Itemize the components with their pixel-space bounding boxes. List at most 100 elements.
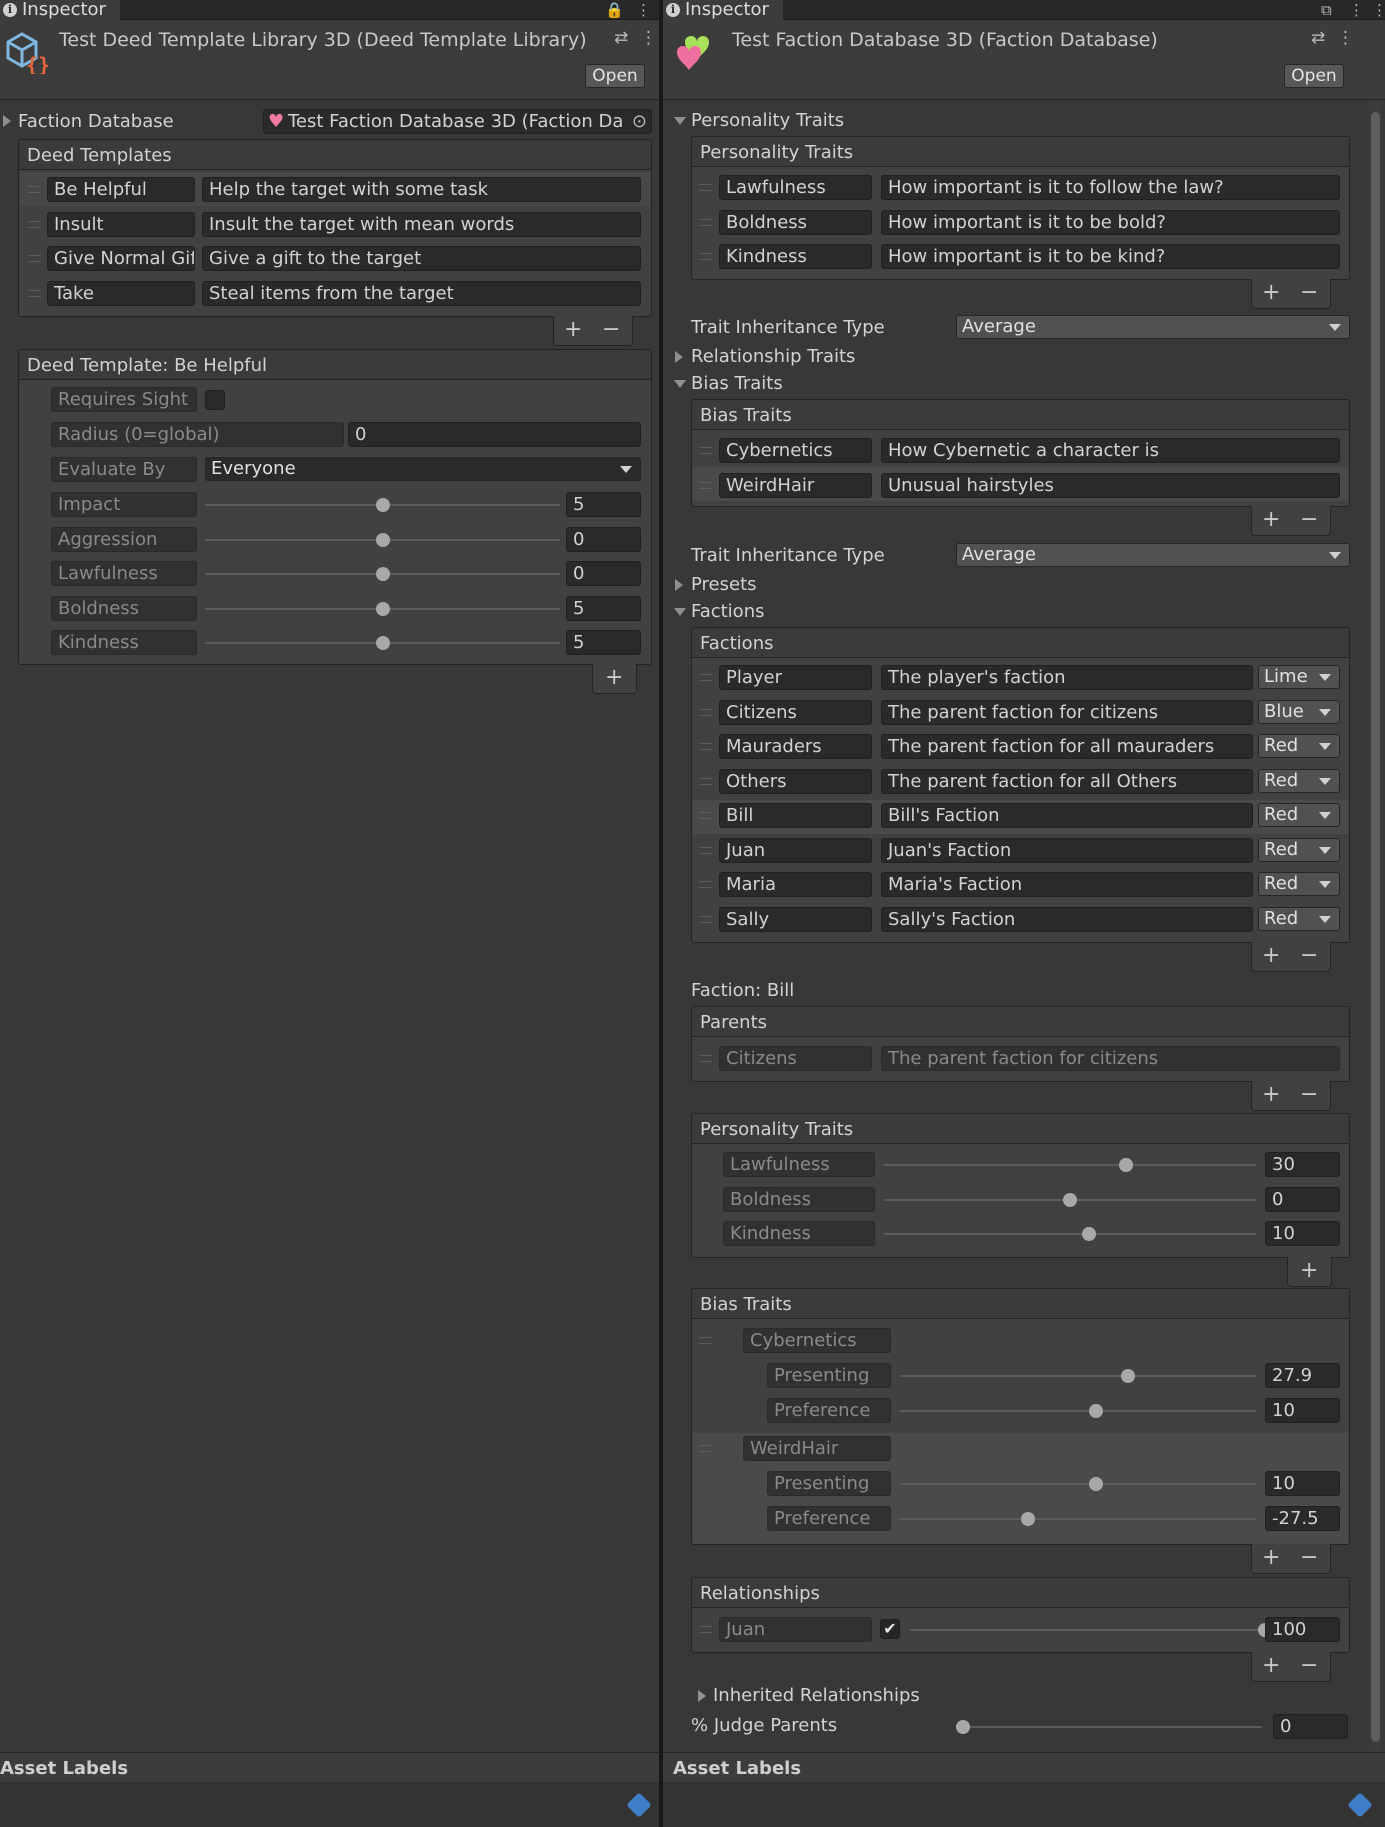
bias-desc-field[interactable]: Unusual hairstyles: [881, 472, 1340, 498]
settings-sliders-icon[interactable]: ⇄: [1311, 28, 1325, 48]
faction-color-dropdown[interactable]: Red: [1258, 768, 1340, 793]
faction-name-field[interactable]: Sally: [719, 906, 872, 932]
preference-value-field[interactable]: -27.5: [1265, 1506, 1340, 1531]
relationship-slider-track[interactable]: [910, 1629, 1265, 1631]
tag-icon[interactable]: [1347, 1792, 1373, 1818]
judge-parents-value-field[interactable]: 0: [1273, 1714, 1348, 1739]
faction-desc-field[interactable]: The player's faction: [881, 665, 1253, 690]
maximize-icon[interactable]: ⧉: [1321, 0, 1332, 20]
faction-color-dropdown[interactable]: Red: [1258, 837, 1340, 862]
deed-name-field[interactable]: Be Helpful: [47, 177, 195, 202]
preference-slider-knob[interactable]: [1088, 1404, 1103, 1418]
slider-knob[interactable]: [1063, 1192, 1077, 1207]
relationship-value-field[interactable]: 100: [1265, 1617, 1340, 1642]
add-icon[interactable]: +: [1262, 508, 1280, 532]
add-icon[interactable]: +: [1262, 944, 1280, 968]
drag-handle-icon[interactable]: [699, 184, 712, 191]
faction-name-field[interactable]: Juan: [719, 837, 872, 863]
drag-handle-icon[interactable]: [699, 1626, 712, 1633]
trait-desc-field[interactable]: How important is it to follow the law?: [881, 175, 1340, 200]
relationship-traits-foldout[interactable]: Relationship Traits: [691, 346, 855, 367]
trait-desc-field[interactable]: How important is it to be kind?: [881, 244, 1340, 269]
personality-traits-foldout[interactable]: Personality Traits: [691, 110, 844, 131]
add-icon[interactable]: +: [564, 318, 582, 342]
preference-slider-track[interactable]: [900, 1410, 1256, 1412]
drag-handle-icon[interactable]: [699, 674, 712, 681]
presenting-value-field[interactable]: 27.9: [1265, 1363, 1340, 1388]
slider-value-field[interactable]: 10: [1265, 1221, 1340, 1246]
requires-sight-checkbox[interactable]: [205, 390, 225, 410]
drag-handle-icon[interactable]: [699, 812, 712, 819]
left-inspector-tab[interactable]: i Inspector: [0, 0, 120, 20]
drag-handle-icon[interactable]: [28, 289, 41, 297]
drag-handle-icon[interactable]: [28, 186, 41, 193]
deed-desc-field[interactable]: Help the target with some task: [202, 177, 641, 202]
remove-icon[interactable]: −: [1300, 1546, 1318, 1570]
remove-icon[interactable]: −: [1300, 944, 1318, 968]
slider-track[interactable]: [884, 1233, 1256, 1235]
add-dropdown-icon[interactable]: +: [1262, 1654, 1280, 1678]
faction-desc-field[interactable]: The parent faction for all mauraders: [881, 734, 1253, 759]
remove-icon[interactable]: −: [1300, 1083, 1318, 1107]
factions-foldout-arrow[interactable]: [674, 608, 686, 616]
drag-handle-icon[interactable]: [699, 846, 712, 854]
slider-value-field[interactable]: 0: [1265, 1186, 1340, 1212]
drag-handle-icon[interactable]: [699, 881, 712, 888]
presenting-slider-knob[interactable]: [1120, 1369, 1135, 1383]
remove-icon[interactable]: −: [1300, 281, 1318, 305]
scrollbar-thumb[interactable]: [1371, 112, 1380, 1742]
faction-desc-field[interactable]: The parent faction for all Others: [881, 768, 1253, 794]
trait-name-field[interactable]: Boldness: [719, 209, 872, 235]
slider-knob[interactable]: [375, 601, 390, 616]
trait-name-field[interactable]: Kindness: [719, 244, 872, 269]
faction-name-field[interactable]: Bill: [719, 803, 872, 828]
faction-name-field[interactable]: Citizens: [719, 699, 872, 725]
trait-name-field[interactable]: Lawfulness: [719, 175, 872, 200]
faction-database-foldout-arrow[interactable]: [3, 115, 11, 127]
faction-name-field[interactable]: Mauraders: [719, 734, 872, 759]
slider-value-field[interactable]: 30: [1265, 1152, 1340, 1177]
drag-handle-icon[interactable]: [699, 447, 712, 454]
deed-name-field[interactable]: Take: [47, 280, 195, 306]
kebab-menu-icon[interactable]: ⋮: [1349, 0, 1364, 20]
slider-knob[interactable]: [375, 498, 390, 512]
preference-value-field[interactable]: 10: [1265, 1398, 1340, 1423]
slider-knob[interactable]: [1118, 1158, 1133, 1172]
drag-handle-icon[interactable]: [699, 1055, 712, 1062]
drag-handle-icon[interactable]: [699, 218, 712, 226]
faction-color-dropdown[interactable]: Red: [1258, 906, 1340, 931]
bias-traits-foldout-arrow[interactable]: [674, 380, 686, 388]
bias-desc-field[interactable]: How Cybernetic a character is: [881, 438, 1340, 463]
presenting-slider-track[interactable]: [900, 1483, 1256, 1485]
deed-desc-field[interactable]: Insult the target with mean words: [202, 211, 641, 237]
inherited-relationships-foldout[interactable]: Inherited Relationships: [713, 1685, 920, 1706]
relationship-traits-foldout-arrow[interactable]: [675, 351, 683, 363]
personality-traits-foldout-arrow[interactable]: [674, 117, 686, 125]
slider-value-field[interactable]: 5: [566, 630, 641, 655]
drag-handle-icon[interactable]: [28, 255, 41, 262]
faction-desc-field[interactable]: Juan's Faction: [881, 837, 1253, 863]
add-dropdown-icon[interactable]: +: [1262, 1083, 1280, 1107]
deed-name-field[interactable]: Insult: [47, 211, 195, 237]
bias-name-field[interactable]: WeirdHair: [719, 472, 872, 498]
kebab-menu-icon[interactable]: ⋮: [636, 0, 651, 20]
kebab-menu-icon[interactable]: ⋮: [1372, 0, 1385, 20]
evaluate-by-dropdown[interactable]: Everyone: [205, 457, 641, 481]
relationship-checkbox[interactable]: ✔: [880, 1619, 900, 1639]
inherited-relationships-foldout-arrow[interactable]: [698, 1690, 706, 1702]
slider-value-field[interactable]: 5: [566, 492, 641, 517]
kebab-menu-icon[interactable]: ⋮: [640, 28, 657, 48]
judge-parents-slider-track[interactable]: [956, 1726, 1262, 1728]
presenting-slider-knob[interactable]: [1088, 1477, 1103, 1491]
faction-name-field[interactable]: Others: [719, 768, 872, 794]
faction-name-field[interactable]: Maria: [719, 872, 872, 897]
faction-color-dropdown[interactable]: Red: [1258, 803, 1340, 827]
bias-name-field[interactable]: Cybernetics: [719, 438, 872, 463]
trait-desc-field[interactable]: How important is it to be bold?: [881, 209, 1340, 235]
faction-desc-field[interactable]: Maria's Faction: [881, 872, 1253, 897]
remove-icon[interactable]: −: [1300, 1654, 1318, 1678]
add-dropdown-icon[interactable]: +: [1300, 1259, 1318, 1283]
presets-foldout[interactable]: Presets: [691, 574, 757, 595]
remove-icon[interactable]: −: [602, 318, 620, 342]
drag-handle-icon[interactable]: [699, 777, 712, 785]
